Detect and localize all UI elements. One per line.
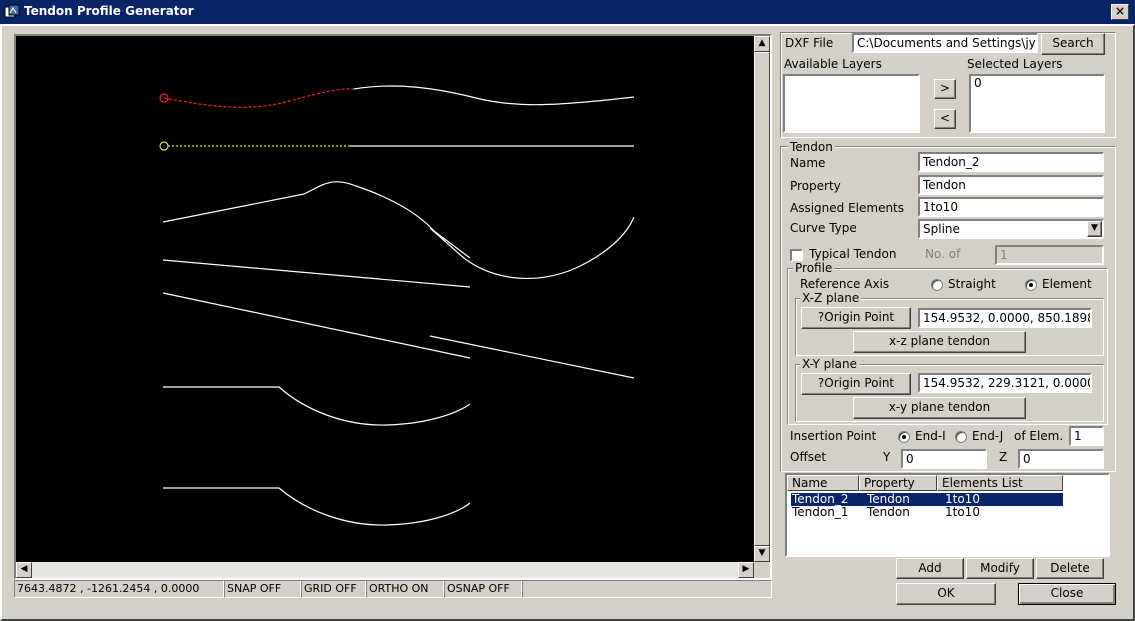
xz-origin-field[interactable]: 154.9532, 0.0000, 850.1898 (918, 308, 1092, 328)
xy-plane-tendon-button[interactable]: x-y plane tendon (853, 397, 1026, 419)
available-layers-list[interactable] (783, 74, 920, 133)
add-layer-button[interactable]: > (934, 79, 956, 99)
drawing-canvas[interactable] (16, 36, 754, 562)
end-i-label: End-I (915, 429, 946, 443)
status-ortho[interactable]: ORTHO ON (366, 580, 444, 598)
white-curve-3 (429, 216, 635, 279)
modify-button[interactable]: Modify (966, 558, 1034, 579)
column-header-property[interactable]: Property (859, 475, 937, 491)
offset-label: Offset (790, 450, 827, 464)
white-line-5 (162, 292, 471, 359)
scroll-up-icon[interactable]: ▲ (754, 36, 770, 52)
curve-type-value: Spline (923, 222, 960, 236)
row-elements: 1to10 (945, 505, 980, 519)
status-empty (522, 580, 772, 598)
scroll-down-icon[interactable]: ▼ (754, 546, 770, 562)
scroll-left-icon[interactable]: ◀ (16, 562, 32, 578)
column-header-name[interactable]: Name (787, 475, 859, 491)
dxf-path-field[interactable]: C:\Documents and Settings\jy (852, 33, 1038, 53)
vertical-scroll-thumb[interactable] (754, 52, 770, 546)
white-curve-7 (163, 386, 471, 426)
dxf-file-label: DXF File (785, 36, 834, 50)
status-coordinates: 7643.4872 , -1261.2454 , 0.0000 (14, 580, 224, 598)
window-title: Tendon Profile Generator (24, 4, 194, 18)
add-button[interactable]: Add (896, 558, 964, 579)
typical-tendon-label: Typical Tendon (809, 247, 897, 261)
horizontal-scrollbar[interactable]: ◀ ▶ (16, 562, 754, 578)
curve-type-select[interactable]: Spline (918, 219, 1104, 239)
table-row[interactable]: Tendon_1 Tendon 1to10 (791, 506, 1063, 519)
end-i-radio[interactable] (898, 431, 910, 443)
offset-z-field[interactable]: 0 (1018, 449, 1104, 469)
tendon-table[interactable]: Name Property Elements List Tendon_2 Ten… (785, 473, 1110, 557)
white-curve-8 (163, 487, 471, 526)
vertical-scrollbar[interactable]: ▲ ▼ (754, 36, 770, 562)
xy-origin-field[interactable]: 154.9532, 229.3121, 0.0000 (918, 373, 1092, 393)
delete-button[interactable]: Delete (1036, 558, 1104, 579)
chevron-down-icon[interactable]: ▼ (1087, 221, 1102, 237)
end-j-radio[interactable] (955, 431, 967, 443)
ok-button[interactable]: OK (896, 583, 996, 605)
element-label: Element (1042, 277, 1092, 291)
xy-origin-point-button[interactable]: ?Origin Point (801, 373, 911, 395)
xz-plane-tendon-button[interactable]: x-z plane tendon (853, 331, 1026, 353)
white-line-6 (429, 335, 635, 379)
scroll-right-icon[interactable]: ▶ (738, 562, 754, 578)
close-window-button[interactable]: × (1111, 4, 1129, 20)
of-elem-field[interactable]: 1 (1069, 426, 1104, 446)
end-j-label: End-J (972, 429, 1004, 443)
title-bar: Tendon Profile Generator × (0, 0, 1135, 24)
status-grid[interactable]: GRID OFF (301, 580, 366, 598)
column-header-elements-list[interactable]: Elements List (937, 475, 1063, 491)
status-osnap[interactable]: OSNAP OFF (444, 580, 522, 598)
assigned-elements-field[interactable]: 1to10 (918, 197, 1104, 217)
assigned-elements-label: Assigned Elements (790, 201, 905, 215)
search-button[interactable]: Search (1041, 33, 1105, 55)
offset-y-label: Y (883, 450, 891, 464)
profile-group-label: Profile (793, 261, 835, 275)
app-icon (4, 4, 20, 18)
no-of-field[interactable]: 1 (995, 245, 1104, 265)
straight-label: Straight (948, 277, 996, 291)
tendon-group-label: Tendon (788, 140, 835, 154)
xy-plane-label: X-Y plane (800, 357, 859, 371)
scroll-corner (754, 562, 770, 578)
no-of-label: No. of (925, 247, 961, 261)
tendon-profile-drawing (159, 85, 635, 526)
straight-radio[interactable] (931, 279, 943, 291)
offset-z-label: Z (999, 450, 1008, 464)
red-dashed-curve (163, 88, 355, 108)
status-snap[interactable]: SNAP OFF (224, 580, 301, 598)
element-radio[interactable] (1025, 279, 1037, 291)
selected-layer-item[interactable]: 0 (974, 77, 982, 90)
reference-axis-label: Reference Axis (800, 277, 890, 291)
close-button[interactable]: Close (1018, 583, 1116, 605)
selected-layers-label: Selected Layers (967, 57, 1063, 71)
property-field[interactable]: Tendon (918, 175, 1104, 195)
of-elem-label: of Elem. (1014, 429, 1064, 443)
row-property: Tendon (867, 505, 910, 519)
xz-plane-label: X-Z plane (800, 291, 862, 305)
white-curve-2 (162, 181, 471, 259)
xz-origin-point-button[interactable]: ?Origin Point (801, 307, 911, 329)
white-line-4 (162, 259, 471, 288)
insertion-point-label: Insertion Point (790, 429, 877, 443)
property-label: Property (790, 179, 841, 193)
remove-layer-button[interactable]: < (934, 109, 956, 129)
available-layers-label: Available Layers (784, 57, 882, 71)
curve-type-label: Curve Type (790, 221, 857, 235)
yellow-start-marker (159, 141, 169, 151)
name-label: Name (790, 156, 826, 170)
row-name: Tendon_1 (792, 505, 849, 519)
tendon-name-field[interactable]: Tendon_2 (918, 152, 1104, 172)
offset-y-field[interactable]: 0 (901, 449, 987, 469)
white-curve-top (353, 85, 635, 106)
selected-layers-list[interactable]: 0 (969, 74, 1105, 133)
